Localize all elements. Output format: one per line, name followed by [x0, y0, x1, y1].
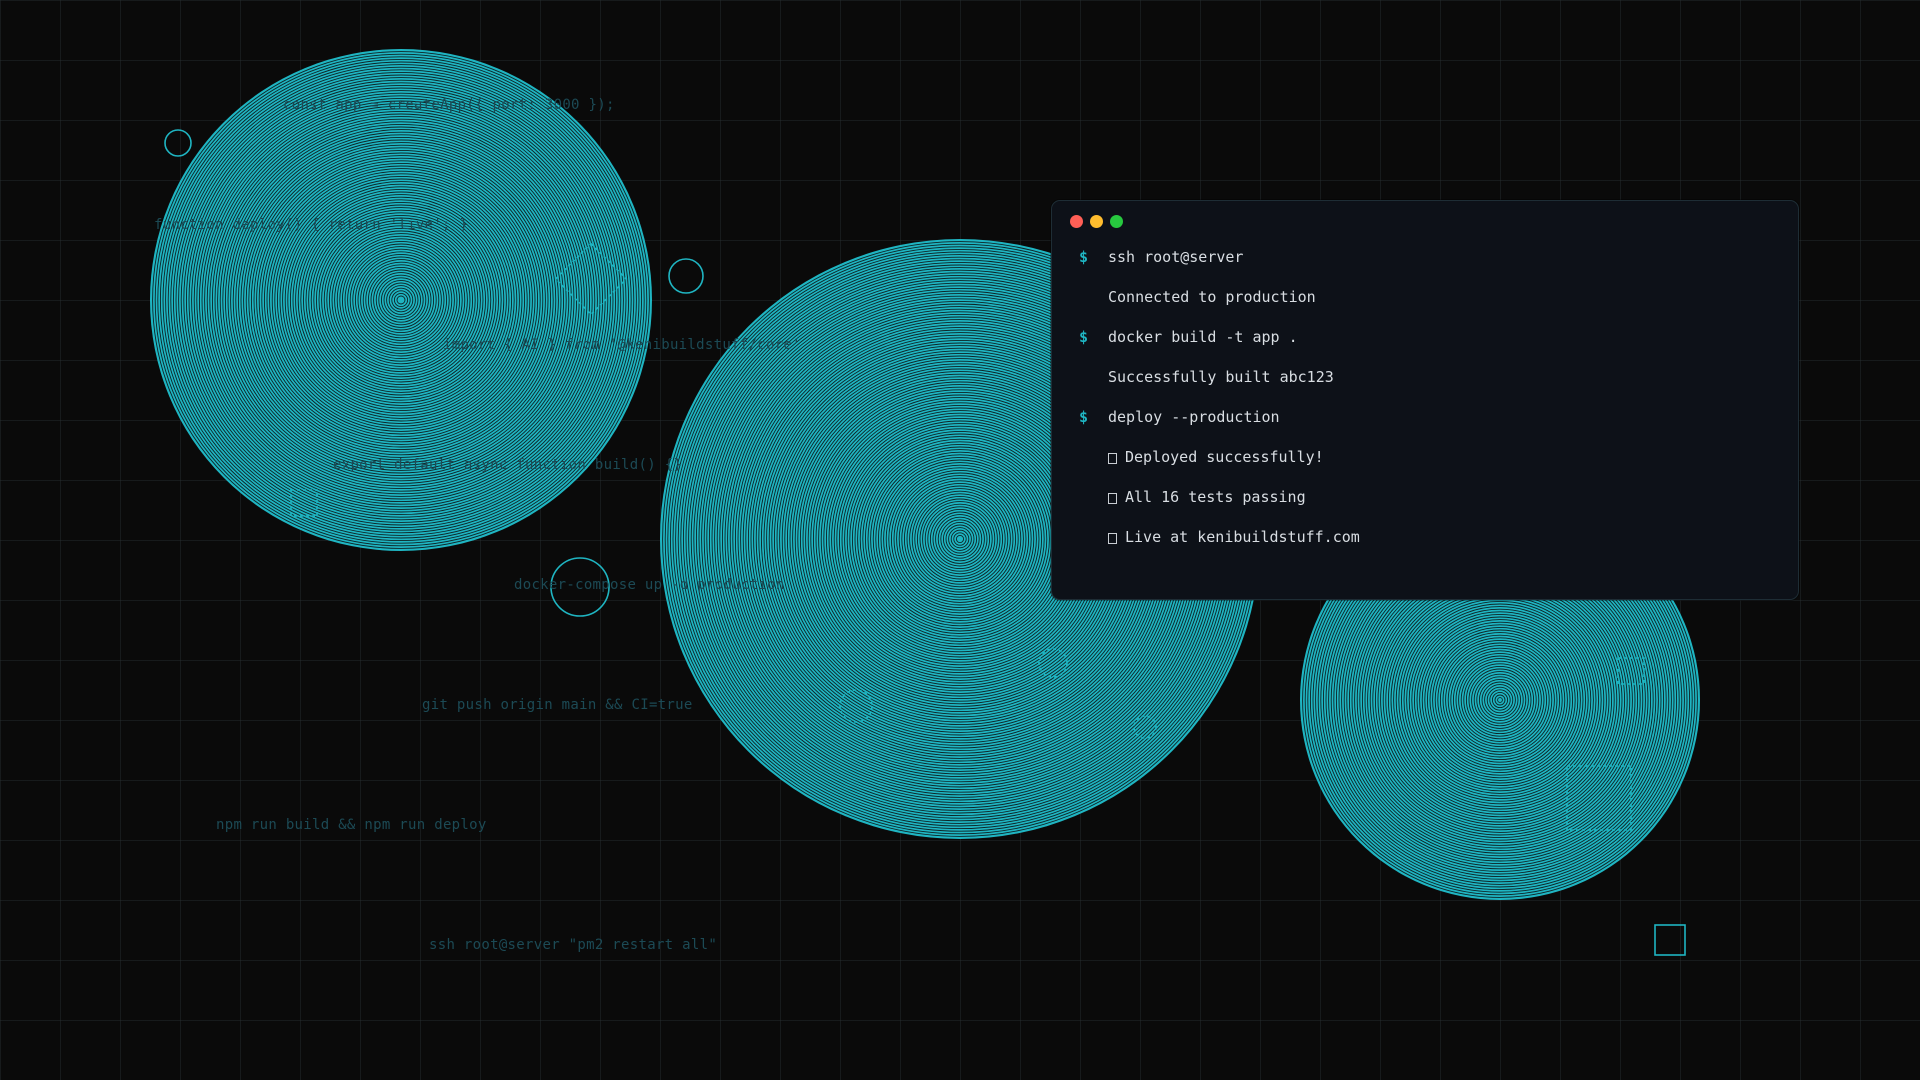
prompt-symbol: $: [1079, 328, 1089, 346]
background-code-line: import { AI } from '@kenibuildstuff/core…: [443, 337, 801, 353]
background-code-line: ssh root@server "pm2 restart all": [429, 937, 718, 953]
check-icon: [1108, 492, 1117, 504]
background-code-line: function deploy() { return 'live'; }: [154, 217, 469, 233]
status-text: Deployed successfully!: [1125, 448, 1324, 466]
check-icon: [1108, 452, 1117, 464]
status-text: All 16 tests passing: [1125, 488, 1306, 506]
terminal-line-output: Successfully built abc123: [1079, 357, 1778, 397]
minimize-window-button[interactable]: [1090, 215, 1103, 228]
command-text: deploy --production: [1108, 408, 1280, 426]
terminal-line-command: $ docker build -t app .: [1079, 317, 1778, 357]
status-text: Live at kenibuildstuff.com: [1125, 528, 1360, 546]
background-code-line: const app = createApp({ port: 3000 });: [283, 97, 615, 113]
maximize-window-button[interactable]: [1110, 215, 1123, 228]
prompt-symbol: $: [1079, 408, 1089, 426]
background-code-line: npm run build && npm run deploy: [216, 817, 487, 833]
output-text: Connected to production: [1108, 288, 1316, 306]
check-icon: [1108, 532, 1117, 544]
output-text: Successfully built abc123: [1108, 368, 1334, 386]
background-code-line: git push origin main && CI=true: [422, 697, 693, 713]
close-window-button[interactable]: [1070, 215, 1083, 228]
prompt-symbol: $: [1079, 248, 1089, 266]
terminal-line-status: Live at kenibuildstuff.com: [1079, 517, 1778, 557]
terminal-output: $ ssh root@server Connected to productio…: [1079, 237, 1778, 557]
terminal-line-status: Deployed successfully!: [1079, 437, 1778, 477]
command-text: docker build -t app .: [1108, 328, 1298, 346]
terminal-line-command: $ deploy --production: [1079, 397, 1778, 437]
command-text: ssh root@server: [1108, 248, 1244, 266]
window-controls: [1070, 215, 1123, 228]
background-code-line: export default async function build() {}: [333, 457, 683, 473]
terminal-line-status: All 16 tests passing: [1079, 477, 1778, 517]
terminal-line-command: $ ssh root@server: [1079, 237, 1778, 277]
background-code-line: docker-compose up -d production: [514, 577, 785, 593]
terminal-line-output: Connected to production: [1079, 277, 1778, 317]
terminal-window: $ ssh root@server Connected to productio…: [1051, 200, 1799, 600]
